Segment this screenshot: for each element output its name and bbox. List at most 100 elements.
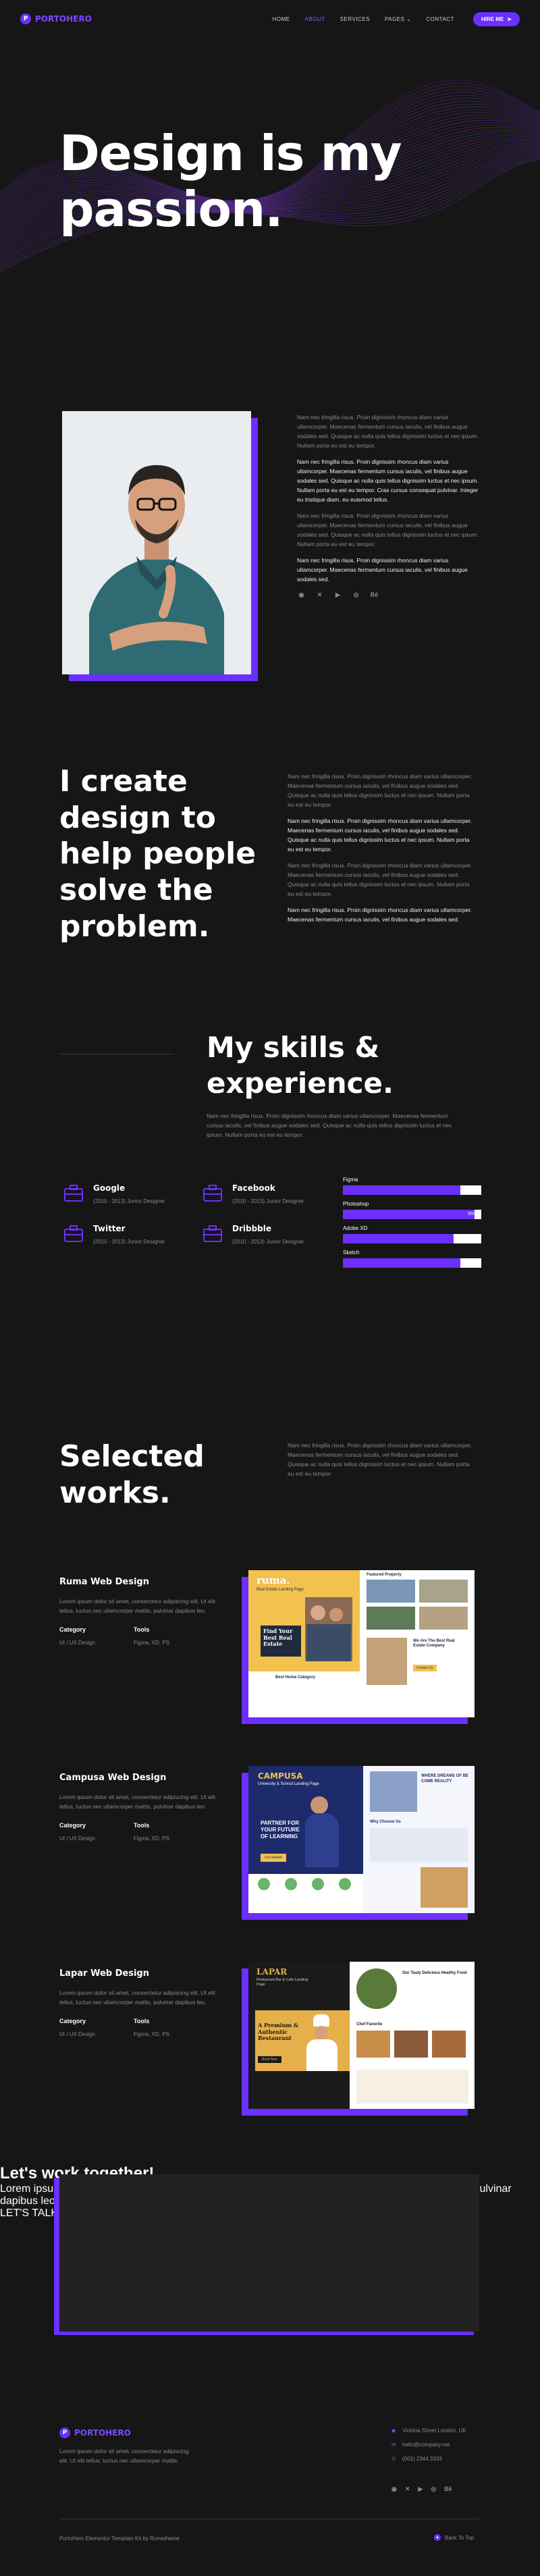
project-meta: Category UI / UX Design Tools Figma, XD, P… <box>59 1822 221 1842</box>
lapar-about-panel <box>356 2070 468 2103</box>
twitter-icon[interactable]: ✕ <box>405 2486 410 2493</box>
project-screenshot-frame[interactable]: LAPAR Restaurant Bar & Cafe Landing Page… <box>242 1962 475 2116</box>
tools-label: Tools <box>134 2018 150 2025</box>
nav-item-services[interactable]: SERVICES <box>340 16 370 22</box>
brand-logo[interactable]: P PORTOHERO <box>20 14 92 24</box>
mission-paragraph: Nam nec fringilla risus. Proin dignissim… <box>288 773 473 809</box>
project-title[interactable]: Ruma Web Design <box>59 1577 221 1587</box>
lapar-dish-image <box>356 1968 397 2009</box>
skill-bar-track: 80% <box>343 1234 481 1243</box>
behance-icon[interactable]: Bē <box>444 2486 452 2493</box>
skill-bar: Photoshop 95% <box>343 1201 481 1219</box>
footer-logo[interactable]: P PORTOHERO <box>59 2427 131 2438</box>
dribbble-icon[interactable]: ◎ <box>352 591 360 599</box>
contact-item: ◆ Victoria Street London, UK <box>392 2427 466 2434</box>
skills-description: Nam nec fringilla risus. Proin dignissim… <box>207 1112 452 1139</box>
github-icon[interactable]: ◉ <box>392 2486 397 2493</box>
github-icon[interactable]: ◉ <box>297 591 306 599</box>
skill-bar-label: Figma <box>343 1177 358 1183</box>
contact-phone[interactable]: (001) 2344 3333 <box>402 2456 442 2462</box>
experience-company: Dribbble <box>232 1224 272 1233</box>
about-section: Nam nec fringilla risus. Proin dignissim… <box>0 321 540 681</box>
mail-icon: ✉ <box>392 2442 396 2448</box>
hire-me-button[interactable]: HIRE ME ➤ <box>473 11 520 26</box>
project-tools: Figma, XD, PS <box>134 1835 169 1842</box>
tools-label: Tools <box>134 1626 150 1634</box>
ruma-property-thumb <box>367 1607 415 1630</box>
brand-name: PORTOHERO <box>74 2428 131 2438</box>
lapar-tagline: Restaurant Bar & Cafe Landing Page <box>256 1978 308 1987</box>
skill-bar-fill <box>343 1210 475 1219</box>
briefcase-icon <box>203 1225 222 1242</box>
skill-bar-fill <box>343 1258 461 1268</box>
nav-item-about[interactable]: ABOUT <box>305 16 325 22</box>
ruma-property-thumb <box>419 1580 468 1603</box>
project-tools: Figma, XD, PS <box>134 1640 169 1646</box>
ruma-footer-title: Best Home Category <box>275 1675 316 1680</box>
project-item: Lapar Web Design Lorem ipsum dolor sit a… <box>0 1962 540 2164</box>
works-description: Nam nec fringilla risus. Proin dignissim… <box>288 1442 473 1478</box>
ruma-cta: Contact Us <box>413 1665 437 1671</box>
project-category: UI / UX Design <box>59 1835 95 1842</box>
campusa-feature-icon <box>258 1878 270 1890</box>
back-to-top-link[interactable]: ▲ Back To Top <box>434 2534 474 2541</box>
project-meta: Category UI / UX Design Tools Figma, XD, P… <box>59 1626 221 1646</box>
project-info: Ruma Web Design Lorem ipsum dolor sit am… <box>59 1577 221 1646</box>
project-item: Campusa Web Design Lorem ipsum dolor sit… <box>0 1766 540 1968</box>
ruma-about-image <box>367 1638 407 1685</box>
arrow-up-icon: ▲ <box>434 2534 441 2541</box>
profile-photo <box>62 411 251 674</box>
nav-item-contact[interactable]: CONTACT <box>426 16 454 22</box>
youtube-icon[interactable]: ▶ <box>333 591 342 599</box>
project-description: Lorem ipsum dolor sit amet, consectetur … <box>59 1794 216 1810</box>
contact-email[interactable]: hello@company.net <box>402 2442 450 2448</box>
project-screenshot-frame[interactable]: ruma. Real Estate Landing Page Find Your… <box>242 1570 475 1724</box>
project-screenshot: ruma. Real Estate Landing Page Find Your… <box>248 1570 475 1717</box>
skill-bar-label: Sketch <box>343 1250 360 1256</box>
experience-meta: (2010 - 2013) Junior Designer <box>93 1198 165 1204</box>
twitter-icon[interactable]: ✕ <box>315 591 324 599</box>
project-title[interactable]: Campusa Web Design <box>59 1773 221 1783</box>
project-info: Lapar Web Design Lorem ipsum dolor sit a… <box>59 1968 221 2037</box>
dribbble-icon[interactable]: ◎ <box>431 2486 436 2493</box>
lapar-brand: LAPAR <box>256 1967 288 1977</box>
phone-icon: ✆ <box>392 2456 396 2462</box>
skill-bar: Sketch 85% <box>343 1250 481 1268</box>
main-menu: HOME ABOUT SERVICES PAGES ⌄ CONTACT <box>273 16 454 22</box>
send-icon: ➤ <box>507 16 512 22</box>
mission-title: I create design to help people solve the… <box>59 764 256 944</box>
experience-company: Twitter <box>93 1224 126 1233</box>
hire-me-label: HIRE ME <box>481 16 504 22</box>
copyright-text: PortoHero Elementor Template Kit by Rome… <box>59 2535 180 2542</box>
briefcase-icon <box>64 1225 83 1242</box>
lapar-menu-thumb <box>394 2031 428 2058</box>
skill-bar: Figma 85% <box>343 1177 481 1195</box>
behance-icon[interactable]: Bē <box>370 591 379 599</box>
ruma-section-title: Featured Property <box>367 1573 402 1577</box>
tools-label: Tools <box>134 1822 150 1829</box>
category-label: Category <box>59 2018 86 2025</box>
youtube-icon[interactable]: ▶ <box>418 2486 423 2493</box>
project-screenshot-frame[interactable]: CAMPUSA University & School Landing Page… <box>242 1766 475 1920</box>
project-title[interactable]: Lapar Web Design <box>59 1968 221 1979</box>
brand-mark-icon: P <box>59 2427 70 2438</box>
experience-company: Facebook <box>232 1183 275 1193</box>
ruma-side-title: We Are The Best Real Estate Company <box>413 1639 455 1648</box>
project-category: UI / UX Design <box>59 1640 95 1646</box>
skill-bar-track: 85% <box>343 1258 481 1268</box>
about-paragraph: Nam nec fringilla risus. Proin dignissim… <box>297 512 479 548</box>
lapar-section-title: Chef Favorite <box>356 2022 383 2027</box>
skill-bar: Adobe XD 80% <box>343 1225 481 1243</box>
contact-address: Victoria Street London, UK <box>402 2427 466 2434</box>
about-paragraph: Nam nec fringilla risus. Proin dignissim… <box>297 557 468 583</box>
lapar-menu-thumb <box>356 2031 390 2058</box>
campusa-side-title: WHERE DREAMS OF BE COME REALITY <box>421 1774 469 1783</box>
ruma-person-body <box>306 1624 351 1661</box>
nav-item-pages[interactable]: PAGES ⌄ <box>385 16 411 22</box>
ruma-person-head <box>310 1605 325 1620</box>
ruma-property-thumb <box>367 1580 415 1603</box>
experience-item: Google (2010 - 2013) Junior Designer <box>62 1182 197 1205</box>
experience-meta: (2010 - 2013) Junior Designer <box>93 1239 165 1245</box>
nav-item-home[interactable]: HOME <box>273 16 290 22</box>
campusa-tagline: University & School Landing Page <box>258 1782 319 1786</box>
